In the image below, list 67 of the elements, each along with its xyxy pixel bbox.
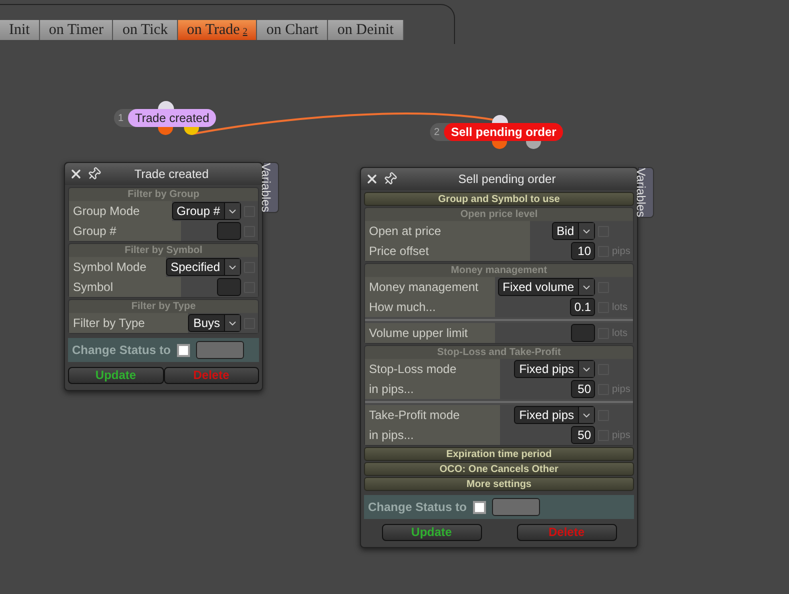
dropdown[interactable]: Fixed pips	[514, 406, 595, 424]
field-label: How much...	[365, 297, 495, 317]
section-header[interactable]: OCO: One Cancels Other	[364, 462, 634, 476]
field-label: Group Mode	[69, 201, 172, 221]
tab[interactable]: on Chart	[257, 20, 328, 40]
field-label: Money management	[365, 277, 495, 297]
status-checkbox[interactable]	[472, 500, 486, 514]
dropdown[interactable]: Specified	[166, 258, 241, 276]
input-field[interactable]	[571, 324, 595, 342]
node-body[interactable]: 2 Sell pending order	[430, 123, 564, 141]
tab[interactable]: on Tick	[113, 20, 178, 40]
tab[interactable]: on Timer	[40, 20, 114, 40]
field-label: Stop-Loss mode	[365, 359, 500, 379]
field-label: Group #	[69, 221, 181, 241]
output-port-icon[interactable]	[184, 127, 199, 135]
pin-icon[interactable]	[383, 172, 397, 186]
node-number: 2	[434, 126, 441, 140]
output-port-icon[interactable]	[492, 141, 507, 149]
status-label: Change Status to	[72, 342, 171, 359]
dropdown[interactable]: Fixed volume	[498, 278, 595, 296]
input-field[interactable]: 10	[571, 242, 595, 260]
section-header[interactable]: More settings	[364, 477, 634, 491]
field-label: Symbol	[69, 277, 181, 297]
node-number: 1	[118, 112, 125, 126]
input-field[interactable]	[217, 278, 241, 296]
panel-title: Trade created	[133, 166, 210, 183]
dropdown[interactable]: Group #	[172, 202, 241, 220]
input-field[interactable]: 50	[571, 380, 595, 398]
input-field[interactable]	[217, 222, 241, 240]
section-header[interactable]: Group and Symbol to use	[364, 192, 634, 206]
field-label: Open at price	[365, 221, 530, 241]
node-port-icon[interactable]	[158, 101, 174, 109]
input-field[interactable]: 0.1	[570, 298, 595, 316]
pin-icon[interactable]	[87, 167, 101, 181]
dropdown[interactable]: Fixed pips	[514, 360, 595, 378]
close-icon[interactable]	[365, 172, 379, 186]
field-label: Volume upper limit	[365, 323, 495, 343]
output-port-icon[interactable]	[526, 141, 541, 149]
field-label: in pips...	[365, 379, 500, 399]
field-label: Take-Profit mode	[365, 405, 500, 425]
field-label: Filter by Type	[69, 313, 188, 333]
tab[interactable]: Init	[0, 20, 40, 40]
update-button[interactable]: Update	[68, 367, 164, 384]
field-label: in pips...	[365, 425, 500, 445]
tab[interactable]: on Deinit	[328, 20, 404, 40]
section-header[interactable]: Expiration time period	[364, 447, 634, 461]
variables-tab[interactable]: Variables	[638, 167, 654, 218]
variables-tab[interactable]: Variables	[263, 162, 279, 214]
dropdown[interactable]: Buys	[188, 314, 241, 332]
input-field[interactable]: 50	[571, 426, 595, 444]
dropdown[interactable]: Bid	[552, 222, 595, 240]
status-label: Change Status to	[368, 499, 467, 516]
node-body[interactable]: 1 Trade created	[114, 109, 216, 127]
field-label: Symbol Mode	[69, 257, 166, 277]
status-checkbox[interactable]	[176, 344, 190, 356]
field-label: Price offset	[365, 241, 530, 261]
node-label: Sell pending order	[444, 123, 564, 141]
update-button[interactable]: Update	[382, 524, 482, 541]
close-icon[interactable]	[69, 167, 83, 181]
node-port-icon[interactable]	[492, 115, 508, 123]
panel-title: Sell pending order	[457, 171, 557, 188]
tab-count: 2	[242, 26, 248, 36]
tab[interactable]: on Trade 2	[178, 20, 258, 40]
output-port-icon[interactable]	[158, 127, 173, 135]
node-label: Trade created	[128, 109, 216, 127]
status-field[interactable]	[492, 498, 540, 516]
status-field[interactable]	[196, 341, 244, 359]
